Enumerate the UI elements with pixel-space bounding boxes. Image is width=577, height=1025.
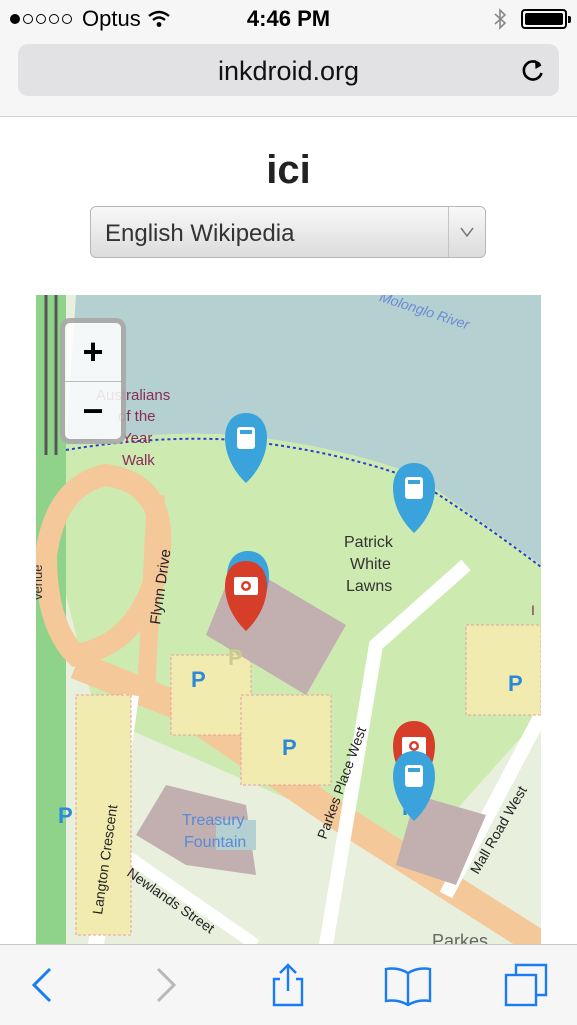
address-bar[interactable]: inkdroid.org [18,44,559,96]
wikipedia-language-select[interactable]: English Wikipedia [90,206,486,258]
camera-icon [234,577,258,595]
battery-icon [521,9,571,29]
parking-label: P [228,645,243,670]
back-icon[interactable] [20,961,68,1009]
book-icon [237,427,255,449]
parking-lot-right [465,624,541,716]
parking-label: P [58,803,73,828]
book-icon [405,477,423,499]
bookmarks-icon[interactable] [384,961,432,1009]
tabs-icon[interactable] [502,961,550,1009]
label-edge-right: I [531,602,535,618]
label-lawns3: Lawns [346,578,392,595]
forward-icon[interactable] [140,961,188,1009]
zoom-in-button[interactable]: + [65,323,121,381]
label-fountain2: Fountain [184,834,246,851]
label-lawns2: White [350,556,391,573]
parking-label: P [282,735,297,760]
label-walk4: Walk [122,452,155,469]
parking-label: P [191,667,206,692]
status-right [493,8,571,30]
book-icon [405,765,423,787]
parking-label: P [508,671,523,696]
label-edge-left: venue [36,565,45,600]
select-value: English Wikipedia [105,220,295,247]
browser-address-area: inkdroid.org [0,40,577,117]
status-time: 4:46 PM [246,6,331,31]
page-title: ici [266,148,311,192]
browser-toolbar [0,944,577,1025]
share-icon[interactable] [264,961,312,1009]
bluetooth-icon [494,8,507,30]
zoom-control: + − [60,318,126,444]
zoom-out-button[interactable]: − [65,381,121,440]
label-fountain1: Treasury [182,812,245,829]
reload-icon[interactable] [519,56,547,84]
chevron-down-icon [448,207,485,257]
label-walk3: Year [122,430,152,447]
address-url: inkdroid.org [217,56,360,86]
label-lawns1: Patrick [344,534,394,551]
label-parkes: Parkes [432,931,488,945]
status-bar: Optus 4:46 PM [0,0,577,40]
